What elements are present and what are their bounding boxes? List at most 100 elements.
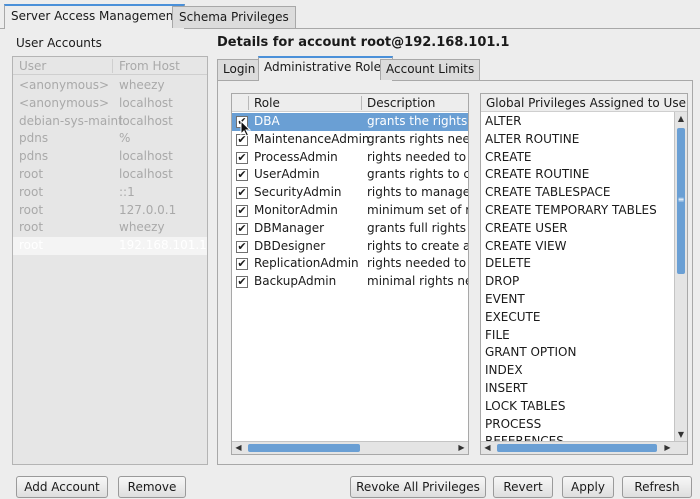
role-checkbox[interactable]: ✔ [236, 240, 248, 253]
scroll-left-icon[interactable]: ◀ [232, 442, 245, 454]
scrollbar-thumb[interactable] [248, 444, 360, 452]
apply-button[interactable]: Apply [562, 476, 614, 498]
role-checkbox[interactable]: ✔ [236, 187, 248, 200]
roles-table[interactable]: Role Description ✔DBAgrants the rights t… [231, 93, 469, 455]
user-host: wheezy [119, 220, 165, 235]
column-divider [361, 96, 362, 110]
role-checkbox[interactable]: ✔ [236, 151, 248, 164]
role-description: rights needed to setup and manage replic… [367, 256, 468, 271]
revoke-all-privileges-button[interactable]: Revoke All Privileges [350, 476, 486, 498]
privilege-item[interactable]: CREATE [485, 150, 532, 164]
privilege-item[interactable]: DROP [485, 274, 519, 288]
roles-horizontal-scrollbar[interactable]: ◀ ▶ [232, 441, 468, 454]
privilege-item[interactable]: GRANT OPTION [485, 345, 576, 359]
scroll-right-icon[interactable]: ▶ [455, 442, 468, 454]
role-row[interactable]: ✔ BackupAdmin minimal rights needed to bac… [232, 273, 468, 291]
role-checkbox[interactable]: ✔ [236, 205, 248, 217]
user-account-row[interactable]: <anonymous> wheezy [13, 77, 207, 95]
privilege-item[interactable]: INSERT [485, 381, 528, 395]
privilege-item[interactable]: EXECUTE [485, 310, 540, 324]
user-account-row[interactable]: root localhost [13, 166, 207, 184]
role-row[interactable]: ✔ ProcessAdmin rights needed to assess, mo… [232, 149, 468, 167]
privilege-item[interactable]: ALTER ROUTINE [485, 132, 579, 146]
scrollbar-thumb[interactable] [497, 444, 657, 452]
role-checkbox[interactable]: ✔ [236, 222, 248, 235]
privilege-item[interactable]: DELETE [485, 256, 531, 270]
privileges-vertical-scrollbar[interactable]: ▲ ≡ ▼ [674, 112, 687, 441]
add-account-button[interactable]: Add Account [16, 476, 108, 498]
column-header-role[interactable]: Role [254, 96, 280, 110]
user-account-row[interactable]: root 127.0.0.1 [13, 202, 207, 220]
global-privileges-header: Global Privileges Assigned to User [481, 94, 687, 112]
user-host: ::1 [119, 184, 135, 199]
user-account-row[interactable]: root wheezy [13, 219, 207, 237]
scroll-left-icon[interactable]: ◀ [481, 442, 494, 454]
role-row[interactable]: ✔ UserAdmin grants rights to create users … [232, 166, 468, 184]
role-description: rights needed to assess, monitor and kil… [367, 149, 468, 164]
column-header-global-privileges[interactable]: Global Privileges Assigned to User [486, 96, 687, 110]
column-divider [112, 59, 113, 73]
privilege-item[interactable]: INDEX [485, 363, 523, 377]
role-name: ProcessAdmin [254, 149, 338, 164]
role-description: rights to create and reverse engineer an… [367, 238, 468, 253]
user-host: localhost [119, 95, 173, 110]
revert-button[interactable]: Revert [493, 476, 553, 498]
tab-server-access-management[interactable]: Server Access Management [4, 4, 186, 29]
global-privileges-list[interactable]: Global Privileges Assigned to User ALTER… [480, 93, 688, 455]
role-row[interactable]: ✔ DBDesigner rights to create and reverse … [232, 238, 468, 256]
role-row[interactable]: ✔ SecurityAdmin rights to manage logins an… [232, 184, 468, 202]
role-description: rights to manage logins and grant and re… [367, 185, 469, 200]
role-row[interactable]: ✔DBAgrants the rights to perform all tas… [232, 113, 468, 131]
role-checkbox[interactable]: ✔ [236, 276, 248, 289]
privilege-item[interactable]: PROCESS [485, 417, 541, 431]
user-name: root [19, 202, 44, 217]
privilege-item[interactable]: CREATE TABLESPACE [485, 185, 610, 199]
user-name: root [19, 220, 44, 235]
user-host: localhost [119, 113, 173, 128]
tab-login[interactable]: Login [217, 59, 262, 80]
privilege-item[interactable]: CREATE TEMPORARY TABLES [485, 203, 657, 217]
remove-button[interactable]: Remove [118, 476, 186, 498]
role-name: DBA [254, 114, 280, 128]
privilege-item[interactable]: ALTER [485, 114, 522, 128]
column-header-description[interactable]: Description [367, 96, 435, 110]
roles-header: Role Description [232, 94, 468, 112]
privilege-item[interactable]: EVENT [485, 292, 525, 306]
scroll-down-icon[interactable]: ▼ [675, 428, 687, 441]
column-header-user[interactable]: User [19, 59, 46, 73]
user-host: localhost [119, 149, 173, 164]
role-description: grants full rights on all databases [367, 220, 468, 235]
user-host: 192.168.101.1 [119, 238, 207, 253]
user-account-row[interactable]: pdns localhost [13, 148, 207, 166]
privilege-item[interactable]: FILE [485, 328, 510, 342]
privilege-item[interactable]: CREATE ROUTINE [485, 167, 589, 181]
scroll-right-icon[interactable]: ▶ [661, 442, 674, 454]
user-accounts-table[interactable]: User From Host <anonymous> wheezy <anonymo… [12, 56, 208, 465]
role-row[interactable]: ✔ MonitorAdmin minimum set of rights neede… [232, 202, 468, 220]
role-name: SecurityAdmin [254, 185, 342, 200]
user-account-row[interactable]: pdns% [13, 130, 207, 148]
tab-account-limits[interactable]: Account Limits [380, 59, 481, 80]
user-name: root [19, 167, 44, 181]
user-name: debian-sys-maint [19, 113, 123, 128]
column-header-from-host[interactable]: From Host [119, 59, 180, 73]
privileges-horizontal-scrollbar[interactable]: ◀ ▶ [481, 441, 687, 454]
user-account-row[interactable]: root 192.168.101.1 [13, 237, 207, 256]
role-row[interactable]: ✔ DBManager grants full rights on all data… [232, 220, 468, 238]
tab-schema-privileges[interactable]: Schema Privileges [172, 6, 296, 28]
role-name: DBManager [254, 220, 325, 235]
role-checkbox[interactable]: ✔ [236, 169, 248, 182]
role-row[interactable]: ✔MaintenanceAdmingrants rights needed to… [232, 131, 468, 149]
privilege-item[interactable]: LOCK TABLES [485, 399, 566, 413]
role-name: MonitorAdmin [254, 203, 338, 217]
role-checkbox[interactable]: ✔ [236, 258, 248, 271]
tab-administrative-roles[interactable]: Administrative Roles [258, 56, 394, 81]
privilege-item[interactable]: CREATE USER [485, 221, 568, 235]
user-account-row[interactable]: <anonymous> localhost [13, 95, 207, 113]
scroll-up-icon[interactable]: ▲ [675, 112, 687, 125]
privilege-item[interactable]: CREATE VIEW [485, 239, 567, 253]
role-row[interactable]: ✔ ReplicationAdmin rights needed to setup … [232, 255, 468, 273]
user-account-row[interactable]: root::1 [13, 184, 207, 202]
user-account-row[interactable]: debian-sys-maint localhost [13, 113, 207, 131]
refresh-button[interactable]: Refresh [622, 476, 692, 498]
